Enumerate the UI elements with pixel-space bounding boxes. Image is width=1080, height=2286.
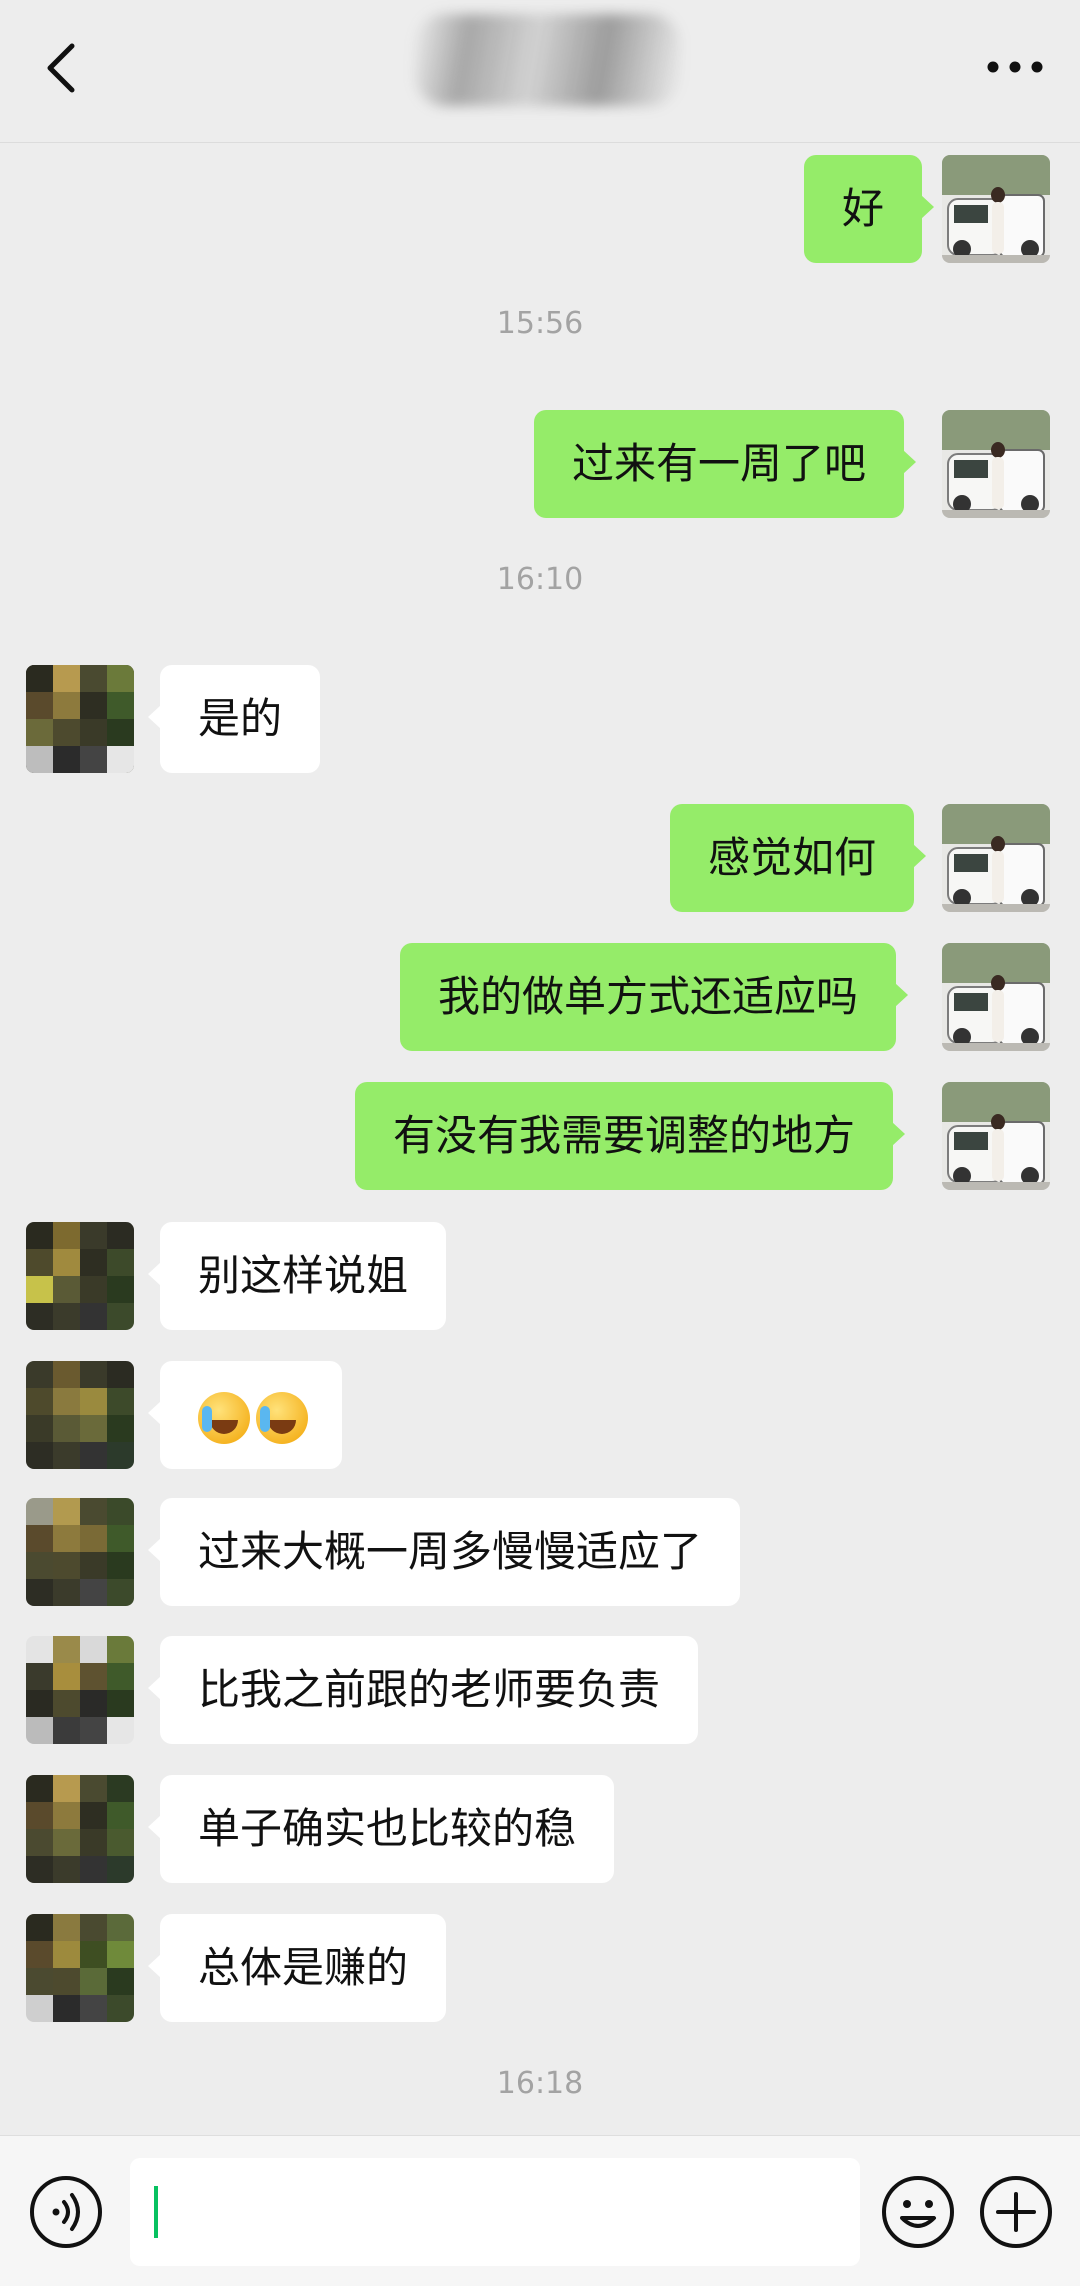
message-timestamp: 16:10: [496, 562, 584, 597]
message-text: 过来有一周了吧: [572, 439, 867, 488]
contact-avatar-pixelated[interactable]: [26, 1361, 134, 1469]
contact-name-redacted: [415, 14, 680, 106]
my-avatar[interactable]: [942, 943, 1050, 1051]
emoji-button[interactable]: [880, 2174, 956, 2250]
message-text: 是的: [198, 694, 283, 743]
message-bubble-received[interactable]: 是的: [147, 665, 321, 773]
message-timestamp: 15:56: [496, 306, 584, 341]
message-input-bar: [0, 2135, 1080, 2286]
back-button[interactable]: [34, 38, 94, 98]
message-bubble-sent[interactable]: 我的做单方式还适应吗: [400, 943, 909, 1051]
smiley-icon: [882, 2176, 954, 2248]
message-bubble-received[interactable]: 别这样说姐: [147, 1222, 447, 1330]
message-text: 有没有我需要调整的地方: [393, 1111, 856, 1160]
contact-avatar-pixelated[interactable]: [26, 1636, 134, 1744]
contact-avatar-pixelated[interactable]: [26, 1498, 134, 1606]
loudly-crying-face-icon: [256, 1391, 308, 1444]
text-caret: [154, 2186, 158, 2238]
message-bubble-received[interactable]: 总体是赚的: [147, 1914, 447, 2022]
message-text: 好: [842, 184, 885, 233]
message-bubble-sent[interactable]: 过来有一周了吧: [534, 410, 917, 518]
contact-avatar-pixelated[interactable]: [26, 1914, 134, 2022]
plus-icon: [980, 2176, 1052, 2248]
contact-avatar-pixelated[interactable]: [26, 1775, 134, 1883]
chevron-left-icon: [47, 43, 75, 93]
message-bubble-received[interactable]: 单子确实也比较的稳: [147, 1775, 615, 1883]
voice-toggle-button[interactable]: [28, 2174, 104, 2250]
chat-title: [0, 0, 1, 1]
message-timestamp: 16:18: [496, 2066, 584, 2101]
chat-header: [0, 0, 1080, 143]
message-bubble-sent[interactable]: 好: [804, 155, 935, 263]
my-avatar[interactable]: [942, 410, 1050, 518]
message-bubble-received[interactable]: [148, 1361, 342, 1469]
more-options-button[interactable]: [980, 42, 1050, 92]
more-functions-button[interactable]: [978, 2174, 1054, 2250]
voice-icon: [30, 2176, 102, 2248]
message-bubble-sent[interactable]: 有没有我需要调整的地方: [355, 1082, 906, 1190]
message-text: 别这样说姐: [198, 1251, 409, 1300]
contact-avatar-pixelated[interactable]: [26, 665, 134, 773]
message-bubble-sent[interactable]: 感觉如何: [670, 804, 927, 912]
my-avatar[interactable]: [942, 155, 1050, 263]
message-text: 过来大概一周多慢慢适应了: [198, 1527, 703, 1576]
message-text: 总体是赚的: [198, 1943, 409, 1992]
my-avatar[interactable]: [942, 1082, 1050, 1190]
message-text: 单子确实也比较的稳: [198, 1804, 577, 1853]
message-bubble-received[interactable]: 过来大概一周多慢慢适应了: [147, 1498, 741, 1606]
message-text: 我的做单方式还适应吗: [438, 972, 859, 1021]
message-text: 比我之前跟的老师要负责: [198, 1665, 661, 1714]
my-avatar[interactable]: [942, 804, 1050, 912]
message-text: 感觉如何: [708, 833, 877, 882]
contact-avatar-pixelated[interactable]: [26, 1222, 134, 1330]
more-dots-icon: [987, 61, 1043, 73]
loudly-crying-face-icon: [198, 1391, 250, 1444]
message-input[interactable]: [130, 2158, 860, 2266]
message-bubble-received[interactable]: 比我之前跟的老师要负责: [147, 1636, 699, 1744]
